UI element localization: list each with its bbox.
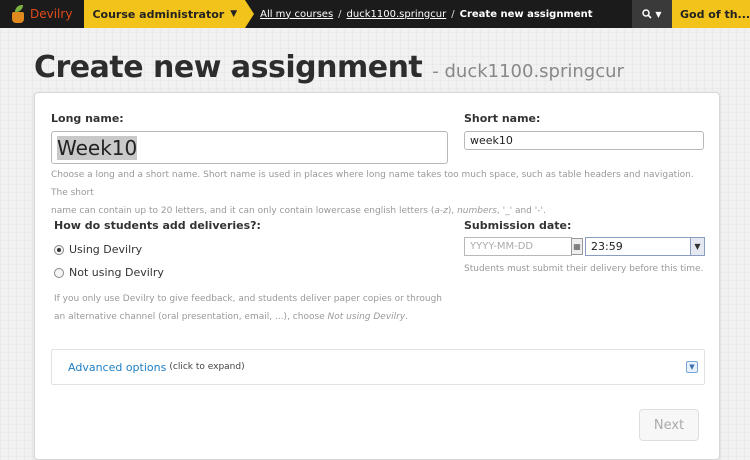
- breadcrumb-course-link[interactable]: duck1100.springcur: [347, 9, 447, 20]
- long-name-label: Long name:: [51, 112, 124, 125]
- chevron-down-icon: ▼: [655, 9, 662, 19]
- radio-not-using-devilry[interactable]: Not using Devilry: [54, 266, 164, 279]
- expand-icon[interactable]: ▼: [686, 361, 698, 373]
- advanced-options-hint: (click to expand): [169, 362, 245, 372]
- delivery-help-text: If you only use Devilry to give feedback…: [54, 294, 442, 322]
- advanced-options-title[interactable]: Advanced options: [68, 361, 166, 374]
- next-button[interactable]: Next: [639, 409, 699, 441]
- breadcrumb: All my courses / duck1100.springcur / Cr…: [245, 0, 593, 28]
- chevron-down-icon: ▼: [690, 238, 704, 255]
- user-name: God of th...: [680, 7, 750, 21]
- brand-name: Devilry: [30, 7, 73, 21]
- breadcrumb-separator: /: [338, 8, 342, 20]
- search-button[interactable]: ▼: [632, 0, 672, 28]
- long-name-value: Week10: [57, 135, 138, 160]
- chevron-down-icon: ▼: [230, 9, 238, 19]
- top-navigation-bar: Devilry Course administrator ▼ All my co…: [0, 0, 750, 28]
- page-title: Create new assignment: [34, 50, 423, 85]
- role-menu-button[interactable]: Course administrator ▼: [84, 0, 246, 28]
- submission-help-text: Students must submit their delivery befo…: [464, 264, 704, 274]
- short-name-label: Short name:: [464, 112, 541, 125]
- radio-button-checked[interactable]: [54, 244, 64, 255]
- breadcrumb-separator: /: [451, 8, 455, 20]
- breadcrumb-arrow: [245, 0, 255, 28]
- delivery-method-label: How do students add deliveries?:: [54, 219, 261, 232]
- time-value: 23:59: [591, 240, 623, 253]
- names-help-text: Choose a long and a short name. Short na…: [51, 170, 694, 216]
- calendar-icon[interactable]: ▦: [571, 238, 583, 255]
- page-heading: Create new assignment - duck1100.springc…: [34, 50, 624, 85]
- radio-using-devilry[interactable]: Using Devilry: [54, 243, 142, 256]
- advanced-options-panel[interactable]: Advanced options (click to expand) ▼: [51, 349, 705, 385]
- breadcrumb-all-courses-link[interactable]: All my courses: [260, 9, 333, 20]
- user-menu-button[interactable]: God of th...: [672, 0, 750, 28]
- short-name-value: week10: [470, 134, 513, 147]
- radio-button[interactable]: [54, 267, 64, 278]
- date-placeholder: YYYY-MM-DD: [470, 241, 534, 252]
- long-name-input[interactable]: Week10: [51, 131, 448, 164]
- radio-label: Not using Devilry: [69, 266, 164, 279]
- brand[interactable]: Devilry: [0, 0, 78, 28]
- breadcrumb-current: Create new assignment: [459, 8, 593, 20]
- short-name-input[interactable]: week10: [464, 131, 704, 150]
- search-icon: [642, 9, 652, 19]
- submission-time-select[interactable]: 23:59 ▼: [585, 237, 705, 256]
- create-assignment-form: Long name: Week10 Short name: week10 Cho…: [34, 92, 720, 460]
- role-label: Course administrator: [92, 7, 225, 21]
- devilry-logo-icon: [10, 5, 26, 23]
- submission-date-label: Submission date:: [464, 219, 572, 232]
- page-subtitle: - duck1100.springcur: [432, 61, 624, 82]
- submission-date-input[interactable]: YYYY-MM-DD: [464, 237, 572, 256]
- radio-label: Using Devilry: [69, 243, 143, 256]
